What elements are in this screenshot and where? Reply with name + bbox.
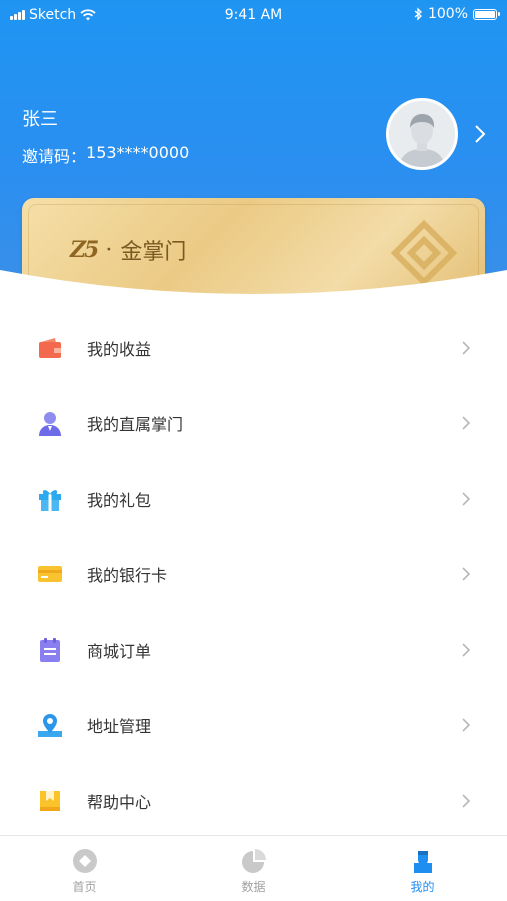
avatar-person-icon (389, 101, 455, 167)
menu-label: 我的礼包 (87, 490, 152, 510)
home-icon (72, 849, 97, 873)
menu-label: 商城订单 (87, 641, 152, 661)
invite-label: 邀请码： (22, 147, 87, 166)
order-clipboard-icon (40, 637, 60, 662)
chevron-right-icon (462, 416, 471, 430)
tab-mine[interactable]: 我的 (338, 836, 507, 901)
menu-label: 我的收益 (87, 339, 152, 359)
tab-bar: 首页 数据 我的 (0, 835, 507, 901)
menu-item-orders[interactable]: 商城订单 (0, 612, 507, 688)
tab-data[interactable]: 数据 (169, 836, 338, 901)
wallet-icon (39, 337, 61, 358)
menu-item-direct-leader[interactable]: 我的直属掌门 (0, 386, 507, 462)
chevron-right-icon (462, 718, 471, 732)
menu-item-bank-card[interactable]: 我的银行卡 (0, 537, 507, 613)
invite-code: 153****0000 (86, 143, 190, 162)
chevron-right-icon (462, 643, 471, 657)
chevron-right-icon (462, 492, 471, 506)
battery-icon (473, 8, 500, 20)
bluetooth-icon (414, 7, 422, 21)
menu-item-gift[interactable]: 我的礼包 (0, 461, 507, 537)
person-icon (39, 412, 61, 437)
gift-icon (39, 489, 61, 511)
tab-home[interactable]: 首页 (0, 836, 169, 901)
menu-label: 我的银行卡 (87, 566, 168, 586)
menu-label: 我的直属掌门 (87, 415, 184, 435)
menu-item-address[interactable]: 地址管理 (0, 688, 507, 764)
invite-code-row: 邀请码： 153****0000 (22, 143, 189, 167)
tab-label: 数据 (241, 880, 266, 894)
tab-label: 首页 (72, 880, 97, 894)
header-curve (0, 270, 507, 318)
chevron-right-icon (462, 341, 471, 355)
avatar[interactable] (386, 98, 458, 170)
bank-card-icon (38, 566, 62, 583)
pie-chart-icon (241, 849, 266, 873)
user-name: 张三 (22, 109, 58, 130)
menu-item-earnings[interactable]: 我的收益 (0, 310, 507, 386)
profile-icon (413, 851, 432, 873)
help-book-icon (40, 790, 60, 811)
chevron-right-icon (462, 567, 471, 581)
location-icon (38, 714, 62, 738)
menu-label: 帮助中心 (87, 792, 152, 812)
menu-label: 地址管理 (87, 717, 152, 737)
profile-chevron-icon[interactable] (474, 124, 486, 150)
chevron-right-icon (462, 794, 471, 808)
status-bar: Sketch 9:41 AM 100% (0, 0, 507, 30)
menu-list: 我的收益 我的直属掌门 我的礼包 我的银行卡 商城订单 地址管理 帮助中心 (0, 310, 507, 839)
battery-percent: 100% (427, 6, 468, 22)
menu-item-help[interactable]: 帮助中心 (0, 763, 507, 839)
tab-label: 我的 (410, 880, 435, 894)
